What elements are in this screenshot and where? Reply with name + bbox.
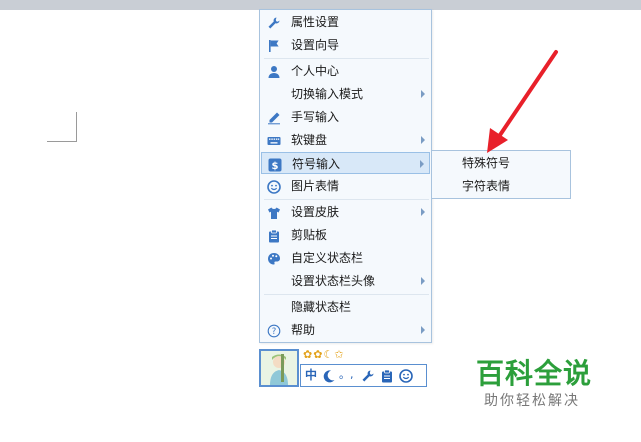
- status-decoration: ✿✿☾✩: [303, 348, 345, 362]
- menu-item-label: 切换输入模式: [291, 87, 364, 101]
- menu-item-label: 自定义状态栏: [291, 251, 364, 265]
- submenu-arrow-icon: [421, 326, 425, 334]
- submenu-arrow-icon: [420, 160, 424, 168]
- menu-item-setup-wizard[interactable]: 设置向导: [261, 34, 430, 56]
- menu-item-label: 隐藏状态栏: [291, 300, 352, 314]
- status-toolbar: 中 。,: [300, 364, 427, 387]
- keyboard-icon: [267, 133, 281, 147]
- star-icon: ✩: [334, 348, 345, 361]
- menu-item-set-skin[interactable]: 设置皮肤: [261, 201, 430, 223]
- svg-text:$: $: [272, 161, 279, 172]
- menu-item-symbol-input[interactable]: $ 符号输入: [261, 152, 430, 174]
- submenu-arrow-icon: [421, 208, 425, 216]
- submenu-item-character-emoticons[interactable]: 字符表情: [462, 175, 510, 197]
- punctuation-toggle[interactable]: 。,: [339, 368, 354, 382]
- sun-icon: ✿: [303, 348, 314, 361]
- sun-icon: ✿: [313, 348, 324, 361]
- flag-icon: [267, 38, 281, 52]
- help-icon: ?: [267, 323, 281, 338]
- menu-item-label: 手写输入: [291, 110, 340, 124]
- menu-item-label: 图片表情: [291, 179, 340, 193]
- menu-item-properties[interactable]: 属性设置: [261, 11, 430, 33]
- menu-item-help[interactable]: ? 帮助: [261, 319, 430, 341]
- wrench-icon: [267, 15, 281, 29]
- menu-separator: [264, 294, 429, 295]
- ime-status-bar[interactable]: ✿✿☾✩ 中 。,: [259, 347, 429, 389]
- dollar-icon: $: [268, 157, 282, 172]
- menu-item-label: 个人中心: [291, 64, 340, 78]
- submenu-arrow-icon: [421, 136, 425, 144]
- menu-item-switch-input-mode[interactable]: 切换输入模式: [261, 83, 430, 105]
- menu-item-label: 软键盘: [291, 133, 328, 147]
- menu-item-soft-keyboard[interactable]: 软键盘: [261, 129, 430, 151]
- menu-item-image-emoji[interactable]: 图片表情: [261, 175, 430, 197]
- clipboard-icon: [267, 228, 281, 243]
- watermark-subtitle: 助你轻松解决: [484, 393, 580, 409]
- menu-item-custom-status-bar[interactable]: 自定义状态栏: [261, 247, 430, 269]
- watermark-title: 百科全说: [476, 357, 593, 390]
- menu-item-handwriting[interactable]: 手写输入: [261, 106, 430, 128]
- wrench-icon[interactable]: [361, 368, 375, 382]
- menu-item-label: 剪贴板: [291, 228, 328, 242]
- clipboard-icon[interactable]: [380, 368, 394, 383]
- submenu-item-special-symbols[interactable]: 特殊符号: [462, 152, 510, 174]
- menu-separator: [264, 58, 429, 59]
- submenu-arrow-icon: [421, 277, 425, 285]
- smiley-icon: [267, 179, 281, 194]
- moon-icon: ☾: [323, 348, 335, 361]
- symbol-input-submenu: 特殊符号 字符表情: [431, 150, 571, 199]
- menu-item-label: 设置向导: [291, 38, 340, 52]
- input-mode-toggle[interactable]: 中: [305, 368, 319, 382]
- menu-item-label: 符号输入: [292, 157, 341, 171]
- menu-item-status-bar-avatar[interactable]: 设置状态栏头像: [261, 270, 430, 292]
- submenu-arrow-icon: [421, 90, 425, 98]
- menu-item-label: 帮助: [291, 323, 316, 337]
- page-corner-mark: [47, 112, 77, 142]
- pen-icon: [267, 110, 281, 125]
- menu-item-label: 设置皮肤: [291, 205, 340, 219]
- avatar[interactable]: [259, 349, 299, 387]
- menu-item-clipboard[interactable]: 剪贴板: [261, 224, 430, 246]
- menu-separator: [264, 199, 429, 200]
- shirt-icon: [267, 205, 281, 219]
- menu-item-personal-center[interactable]: 个人中心: [261, 60, 430, 82]
- person-icon: [267, 64, 281, 78]
- menu-item-label: 属性设置: [291, 15, 340, 29]
- smiley-icon[interactable]: [399, 368, 413, 383]
- ime-context-menu: 属性设置 设置向导 个人中心 切换输入模式 手写输入 软键盘 $ 符号输入 图片…: [259, 9, 432, 343]
- palette-icon: [267, 251, 281, 265]
- menu-item-hide-status-bar[interactable]: 隐藏状态栏: [261, 296, 430, 318]
- moon-icon[interactable]: [322, 368, 336, 383]
- menu-item-label: 设置状态栏头像: [291, 274, 376, 288]
- watermark: 百科全说 助你轻松解决: [476, 352, 616, 412]
- svg-text:?: ?: [272, 327, 277, 337]
